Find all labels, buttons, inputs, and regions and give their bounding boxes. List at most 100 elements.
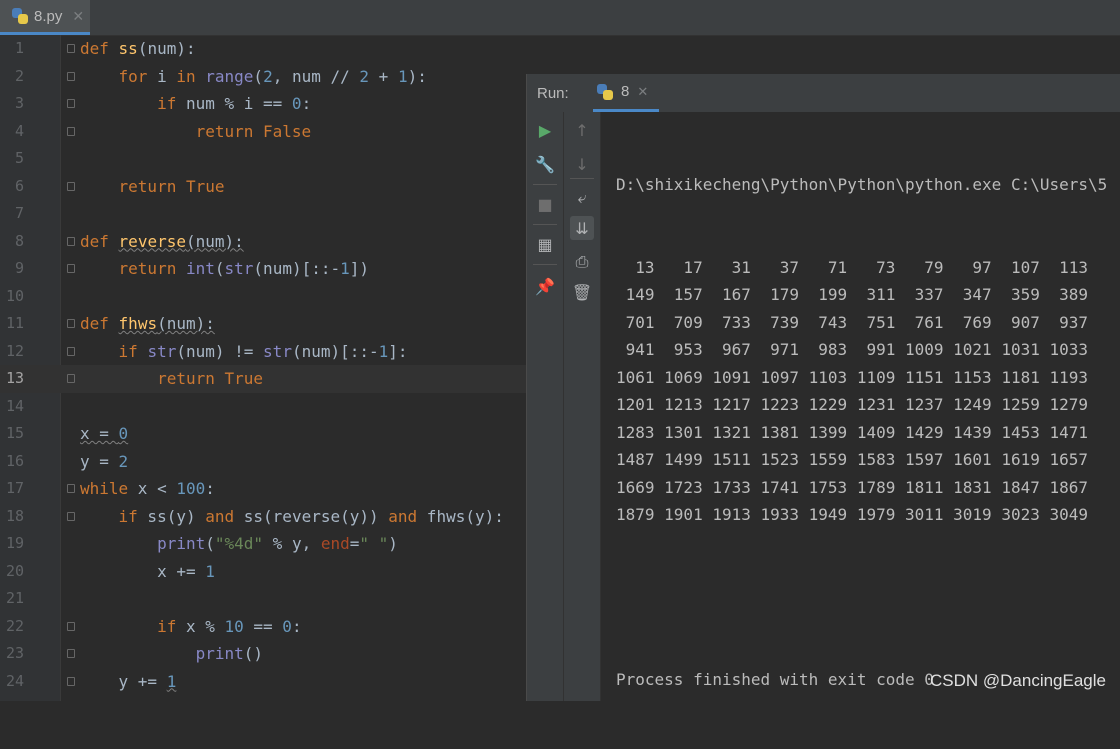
code-text: def fhws(num):	[80, 314, 215, 333]
wrench-icon[interactable]: 🔧	[533, 152, 557, 176]
code-line[interactable]: 20 x += 1	[0, 558, 526, 586]
fold-marker-icon[interactable]	[67, 126, 75, 136]
fold-marker-icon[interactable]	[67, 264, 75, 273]
code-text: if str(num) != str(num)[::-1]:	[118, 341, 408, 361]
code-line[interactable]: 11 def fhws(num):	[0, 310, 526, 338]
code-text: print()	[195, 644, 264, 663]
console-output-rows: 13 17 31 37 71 73 79 97 107 113 149 157 …	[616, 254, 1107, 529]
code-line[interactable]: 22 if x % 10 == 0:	[0, 613, 526, 641]
run-tab-label: 8	[621, 83, 630, 100]
fold-marker-icon[interactable]	[67, 484, 75, 493]
code-line[interactable]: 1 def ss(num):	[0, 35, 526, 63]
close-icon[interactable]: ✕	[637, 84, 648, 100]
code-line[interactable]: 7	[0, 200, 526, 228]
console-output-row: 1201 1213 1217 1223 1229 1231 1237 1249 …	[616, 395, 1089, 414]
code-line[interactable]: 17 while x < 100:	[0, 475, 526, 503]
code-text: return True	[118, 176, 225, 196]
arrow-down-icon[interactable]: ↓	[570, 152, 594, 176]
editor-tab-8py[interactable]: 8.py ✕	[0, 0, 90, 35]
fold-marker-icon[interactable]	[67, 71, 75, 81]
code-line[interactable]: 21	[0, 585, 526, 613]
code-line[interactable]: 18 if ss(y) and ss(reverse(y)) and fhws(…	[0, 503, 526, 531]
run-tab[interactable]: 8 ✕	[593, 74, 659, 112]
line-number: 11	[5, 314, 24, 332]
code-line[interactable]: 12 if str(num) != str(num)[::-1]:	[0, 338, 526, 366]
fold-marker-icon[interactable]	[67, 236, 75, 246]
fold-marker-icon[interactable]	[67, 621, 75, 631]
pin-icon[interactable]: 📌	[533, 274, 557, 298]
line-number: 15	[5, 424, 24, 442]
toolbar-separator	[533, 224, 557, 225]
console-output-row: 149 157 167 179 199 311 337 347 359 389	[616, 285, 1089, 304]
line-number: 9	[14, 259, 24, 277]
line-number: 8	[14, 231, 24, 250]
toolbar-separator	[570, 178, 594, 179]
run-toolbar-primary: ▶ 🔧 ■ ▦ 📌	[527, 112, 564, 701]
run-label: Run:	[537, 85, 569, 102]
code-line[interactable]: 2 for i in range(2, num // 2 + 1):	[0, 63, 526, 91]
code-line[interactable]: 6 return True	[0, 173, 526, 201]
console-output-row: 701 709 733 739 743 751 761 769 907 937	[616, 312, 1089, 332]
stop-icon[interactable]: ■	[533, 192, 557, 216]
python-run-config-icon	[597, 83, 613, 100]
code-line[interactable]: 4 return False	[0, 118, 526, 146]
code-line[interactable]: 24 y += 1	[0, 668, 526, 696]
code-line[interactable]: 9 return int(str(num)[::-1])	[0, 255, 526, 283]
code-text: if ss(y) and ss(reverse(y)) and fhws(y):	[118, 506, 504, 526]
console-output[interactable]: D:\shixikecheng\Python\Python\python.exe…	[616, 116, 1107, 749]
console-output-row: 1669 1723 1733 1741 1753 1789 1811 1831 …	[616, 477, 1089, 497]
line-number: 19	[5, 534, 24, 552]
code-line[interactable]: 10	[0, 283, 526, 311]
code-line[interactable]: 19 print("%4d" % y, end=" ")	[0, 530, 526, 558]
line-number: 7	[14, 204, 24, 222]
code-text: x = 0	[80, 424, 129, 443]
code-line[interactable]: 14	[0, 393, 526, 421]
code-editor[interactable]: 1 def ss(num): 2 for i in range(2, num // …	[0, 35, 526, 701]
code-text: if x % 10 == 0:	[157, 616, 302, 636]
scroll-to-end-icon[interactable]: ⇊	[570, 216, 594, 240]
fold-marker-icon[interactable]	[67, 649, 75, 658]
line-number: 12	[5, 341, 24, 360]
fold-marker-icon[interactable]	[67, 676, 75, 686]
code-text: print("%4d" % y, end=" ")	[157, 534, 398, 553]
line-number: 20	[5, 561, 24, 580]
console-command: D:\shixikecheng\Python\Python\python.exe…	[616, 175, 1108, 194]
fold-marker-icon[interactable]	[67, 374, 75, 383]
fold-marker-icon[interactable]	[67, 181, 75, 191]
fold-marker-icon[interactable]	[67, 44, 75, 53]
console-output-row: 1283 1301 1321 1381 1399 1409 1429 1439 …	[616, 422, 1089, 442]
line-number: 24	[5, 671, 24, 690]
line-number: 5	[14, 149, 24, 167]
code-text: return False	[195, 121, 312, 141]
fold-marker-icon[interactable]	[67, 511, 75, 521]
console-output-row: 941 953 967 971 983 991 1009 1021 1031 1…	[616, 340, 1089, 359]
arrow-up-icon[interactable]: ↑	[570, 118, 594, 142]
code-line[interactable]: 13 return True	[0, 365, 526, 393]
line-number: 3	[14, 94, 24, 112]
console-output-row: 1879 1901 1913 1933 1949 1979 3011 3019 …	[616, 505, 1089, 524]
fold-marker-icon[interactable]	[67, 319, 75, 328]
soft-wrap-icon[interactable]: ⤶	[570, 186, 594, 210]
fold-marker-icon[interactable]	[67, 346, 75, 356]
close-icon[interactable]: ✕	[72, 8, 84, 25]
toolbar-separator	[533, 264, 557, 265]
run-toolbar-secondary: ↑ ↓ ⤶ ⇊ ⎙ 🗑	[564, 112, 601, 701]
play-icon[interactable]: ▶	[533, 118, 557, 142]
code-text: x += 1	[80, 561, 215, 581]
code-text: y = 2	[80, 451, 129, 471]
layout-icon[interactable]: ▦	[533, 232, 557, 256]
code-line[interactable]: 3 if num % i == 0:	[0, 90, 526, 118]
trash-icon[interactable]: 🗑	[570, 280, 594, 304]
code-line[interactable]: 15 x = 0	[0, 420, 526, 448]
line-number: 1	[14, 39, 24, 57]
console-output-row: 1061 1069 1091 1097 1103 1109 1151 1153 …	[616, 367, 1089, 387]
code-text: y += 1	[80, 671, 177, 691]
code-line[interactable]: 23 print()	[0, 640, 526, 668]
print-icon[interactable]: ⎙	[570, 250, 594, 274]
code-line[interactable]: 5	[0, 145, 526, 173]
line-number: 2	[14, 66, 24, 85]
code-line[interactable]: 16 y = 2	[0, 448, 526, 476]
code-line[interactable]: 8 def reverse(num):	[0, 228, 526, 256]
fold-marker-icon[interactable]	[67, 99, 75, 108]
code-text: for i in range(2, num // 2 + 1):	[118, 66, 427, 86]
